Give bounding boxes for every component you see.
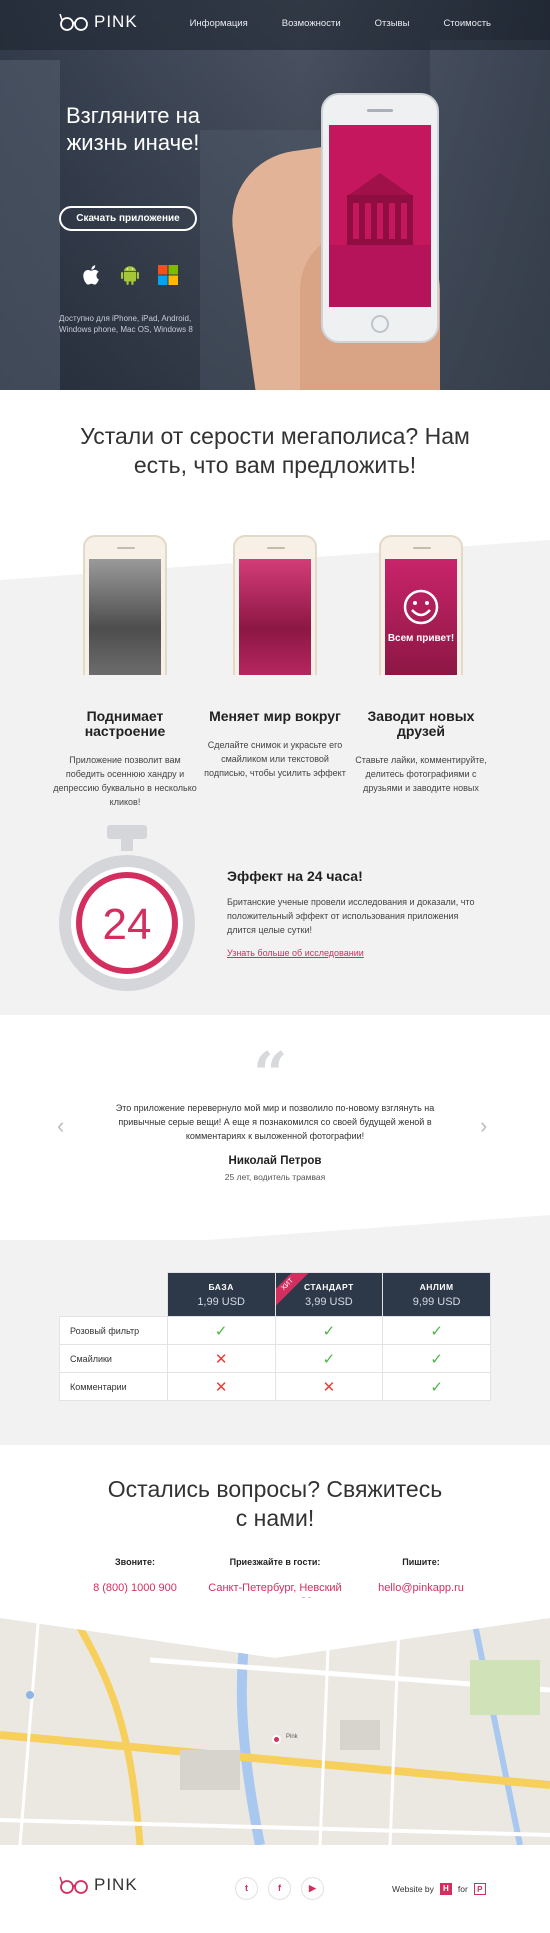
check-icon: ✓ xyxy=(382,1316,491,1345)
download-button[interactable]: Скачать приложение xyxy=(59,206,197,231)
feature-name: Розовый фильтр xyxy=(59,1316,168,1345)
plan-price: 1,99 USD xyxy=(197,1295,246,1308)
testimonial-section: “ ‹ Это приложение перевернуло мой мир и… xyxy=(0,1015,550,1240)
table-row: Розовый фильтр ✓ ✓ ✓ xyxy=(59,1316,491,1345)
windows-icon[interactable] xyxy=(156,263,180,287)
features-section: Устали от серости мегаполиса? Нам есть, … xyxy=(0,390,550,1015)
table-row: Смайлики ✕ ✓ ✓ xyxy=(59,1344,491,1373)
facebook-icon[interactable]: f xyxy=(268,1877,291,1900)
phone-pink-image xyxy=(233,535,317,675)
htmlacademy-icon[interactable]: H xyxy=(439,1883,452,1895)
features-title: Устали от серости мегаполиса? Нам есть, … xyxy=(80,423,470,478)
check-icon: ✓ xyxy=(382,1344,491,1373)
cross-icon: ✕ xyxy=(166,1344,276,1373)
background-building xyxy=(0,60,60,390)
android-icon[interactable] xyxy=(118,263,142,287)
feature-item: Всем привет! Заводит новых друзей Ставьт… xyxy=(346,535,496,795)
feature-item: Поднимает настроение Приложение позволит… xyxy=(50,535,200,809)
feature-item: Меняет мир вокруг Сделайте снимок и укра… xyxy=(200,535,350,780)
nav-link-info[interactable]: Информация xyxy=(190,18,248,29)
feature-text: Приложение позволит вам победить осеннюю… xyxy=(53,755,197,807)
feature-text: Ставьте лайки, комментируйте, делитесь ф… xyxy=(355,755,487,793)
testimonial-text: Это приложение перевернуло мой мир и поз… xyxy=(115,1103,435,1141)
check-icon: ✓ xyxy=(166,1316,276,1345)
top-nav: PINK Информация Возможности Отзывы Стоим… xyxy=(0,0,550,50)
email-label: Пишите: xyxy=(402,1557,440,1567)
phone-label: Звоните: xyxy=(115,1557,155,1567)
twitter-icon[interactable]: t xyxy=(235,1877,258,1900)
nav-link-features[interactable]: Возможности xyxy=(282,18,341,29)
youtube-icon[interactable]: ▶ xyxy=(301,1877,324,1900)
feature-name: Комментарии xyxy=(59,1372,168,1401)
testimonial-author: Николай Петров xyxy=(228,1155,322,1167)
plan-header-unlim: АНЛИМ 9,99 USD xyxy=(382,1272,491,1317)
footer-logo[interactable]: PINK xyxy=(59,1875,138,1895)
chevron-left-icon[interactable]: ‹ xyxy=(57,1115,71,1137)
phone-grey-image xyxy=(83,535,167,675)
plan-name: АНЛИМ xyxy=(419,1281,454,1292)
made-by-text: Website by xyxy=(392,1884,434,1894)
map-pin-label: Pink xyxy=(286,1734,298,1740)
contacts-section: Остались вопросы? Свяжитесь с нами! Звон… xyxy=(0,1445,550,1608)
logo-text: PINK xyxy=(94,1875,138,1894)
feature-title: Заводит новых друзей xyxy=(367,708,475,739)
quote-icon: “ xyxy=(253,1040,288,1110)
phone-smile-image: Всем привет! xyxy=(379,535,463,675)
building-photo xyxy=(329,125,431,307)
research-link[interactable]: Узнать больше об исследовании xyxy=(227,948,364,958)
check-icon: ✓ xyxy=(382,1372,491,1401)
hero-section: PINK Информация Возможности Отзывы Стоим… xyxy=(0,0,550,390)
cross-icon: ✕ xyxy=(274,1372,384,1401)
plan-header-standard: ХИТ СТАНДАРТ 3,99 USD xyxy=(274,1272,384,1317)
plan-name: БАЗА xyxy=(208,1281,234,1292)
timer-number: 24 xyxy=(103,900,152,949)
plan-price: 3,99 USD xyxy=(305,1295,353,1308)
phone-caption: Всем привет! xyxy=(387,633,455,644)
map-pin-icon[interactable] xyxy=(272,1735,281,1744)
pink-badge-icon[interactable]: P xyxy=(473,1883,486,1895)
feature-title: Поднимает настроение xyxy=(84,708,166,739)
stopwatch-icon: 24 xyxy=(59,825,195,991)
glasses-logo-icon xyxy=(59,1876,88,1894)
address-label: Приезжайте в гости: xyxy=(229,1557,321,1567)
logo[interactable]: PINK xyxy=(59,12,138,32)
check-icon: ✓ xyxy=(274,1344,384,1373)
background-building xyxy=(430,40,550,390)
hero-phone-image xyxy=(321,93,439,343)
availability-text: Доступно для iPhone, iPad, Android, Wind… xyxy=(59,314,193,334)
feature-title: Меняет мир вокруг xyxy=(209,708,341,724)
contacts-title: Остались вопросы? Свяжитесь с нами! xyxy=(107,1476,443,1531)
phone-link[interactable]: 8 (800) 1000 900 xyxy=(60,1581,210,1595)
check-icon: ✓ xyxy=(274,1316,384,1345)
feature-name: Смайлики xyxy=(59,1344,168,1373)
feature-text: Сделайте снимок и украсьте его смайликом… xyxy=(204,740,346,778)
pricing-table: БАЗА 1,99 USD ХИТ СТАНДАРТ 3,99 USD АНЛИ… xyxy=(59,1272,491,1401)
nav-link-pricing[interactable]: Стоимость xyxy=(443,18,491,29)
apple-icon[interactable] xyxy=(80,263,104,287)
table-row: Комментарии ✕ ✕ ✓ xyxy=(59,1372,491,1401)
effect-title: Эффект на 24 часа! xyxy=(227,868,363,884)
chevron-right-icon[interactable]: › xyxy=(480,1115,494,1137)
plan-header-base: БАЗА 1,99 USD xyxy=(166,1272,276,1317)
for-text: for xyxy=(457,1884,468,1894)
testimonial-role: 25 лет, водитель трамвая xyxy=(224,1172,326,1182)
smiley-icon xyxy=(403,589,439,625)
nav-link-reviews[interactable]: Отзывы xyxy=(375,18,410,29)
cross-icon: ✕ xyxy=(166,1372,276,1401)
email-link[interactable]: hello@pinkapp.ru xyxy=(346,1581,496,1595)
hero-title: Взгляните на жизнь иначе! xyxy=(65,103,201,155)
footer: PINK t f ▶ Website by H for P xyxy=(0,1845,550,1933)
glasses-logo-icon xyxy=(59,13,88,31)
logo-text: PINK xyxy=(94,12,138,31)
effect-text: Британские ученые провели исследования и… xyxy=(227,897,475,935)
plan-price: 9,99 USD xyxy=(412,1295,461,1308)
